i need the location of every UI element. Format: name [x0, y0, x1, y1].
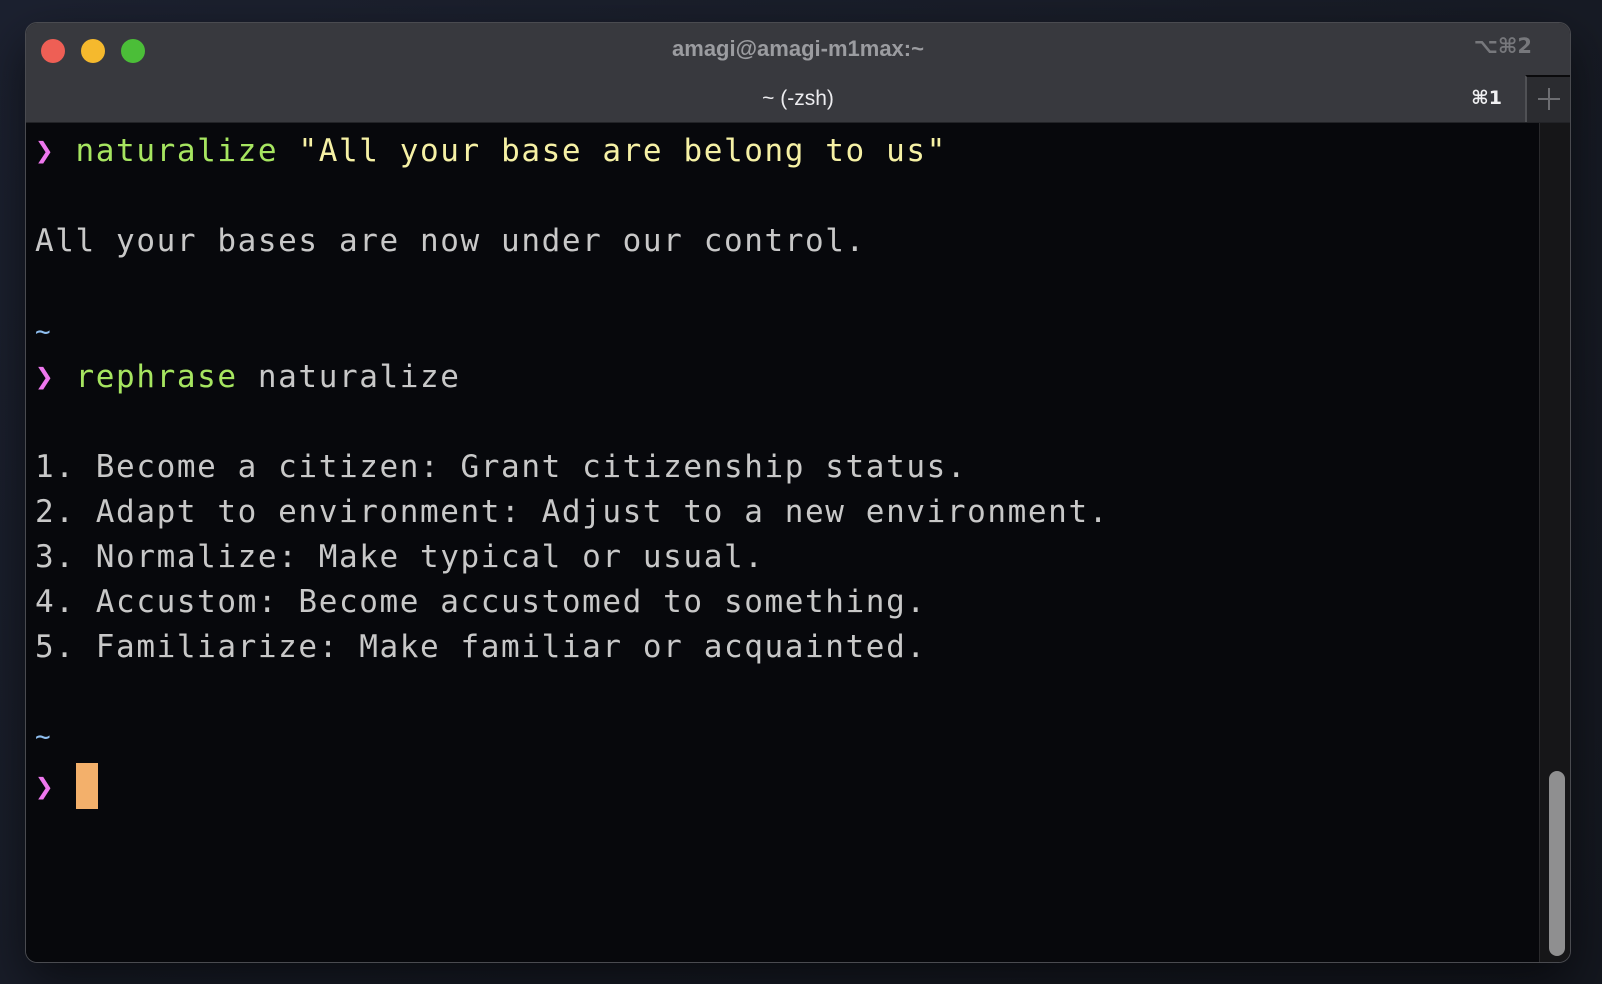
tab-bar: ~ (-zsh) ⌘1 [26, 75, 1570, 123]
text-cursor [75, 763, 98, 809]
window-title: amagi@amagi-m1max:~ [672, 36, 924, 61]
command-args: "All your base are belong to us" [298, 133, 947, 169]
output-line: All your bases are now under our control… [35, 223, 866, 259]
command-line: ❯ rephrase naturalize [35, 357, 461, 397]
scrollbar-thumb[interactable] [1549, 771, 1565, 956]
output-list-item: 2. Adapt to environment: Adjust to a new… [35, 494, 1109, 530]
cwd-marker: ~ [35, 317, 53, 347]
prompt-symbol: ❯ [35, 133, 56, 169]
command-args: naturalize [257, 359, 461, 395]
tab-title: ~ (-zsh) [762, 87, 834, 110]
active-prompt[interactable]: ❯ [35, 763, 98, 809]
output-list-item: 1. Become a citizen: Grant citizenship s… [35, 449, 968, 485]
terminal-output[interactable]: ❯ naturalize "All your base are belong t… [26, 123, 1540, 962]
new-tab-button[interactable] [1525, 75, 1570, 122]
output-list-item: 5. Familiarize: Make familiar or acquain… [35, 629, 927, 665]
scrollbar-track[interactable] [1539, 123, 1570, 962]
prompt-symbol: ❯ [35, 769, 56, 805]
terminal-window: amagi@amagi-m1max:~ ⌥⌘2 ~ (-zsh) ⌘1 ❯ na… [25, 22, 1571, 963]
prompt-symbol: ❯ [35, 359, 56, 395]
output-list-item: 4. Accustom: Become accustomed to someth… [35, 584, 927, 620]
cwd-marker: ~ [35, 722, 53, 752]
tab-shortcut: ⌘1 [1471, 87, 1502, 109]
title-bar[interactable]: amagi@amagi-m1max:~ ⌥⌘2 [26, 23, 1570, 75]
window-shortcut: ⌥⌘2 [1473, 34, 1532, 58]
command-name: rephrase [75, 359, 238, 395]
command-name: naturalize [75, 133, 279, 169]
tab-zsh[interactable]: ~ (-zsh) ⌘1 [26, 75, 1524, 122]
command-line: ❯ naturalize "All your base are belong t… [35, 131, 947, 171]
output-list-item: 3. Normalize: Make typical or usual. [35, 539, 765, 575]
